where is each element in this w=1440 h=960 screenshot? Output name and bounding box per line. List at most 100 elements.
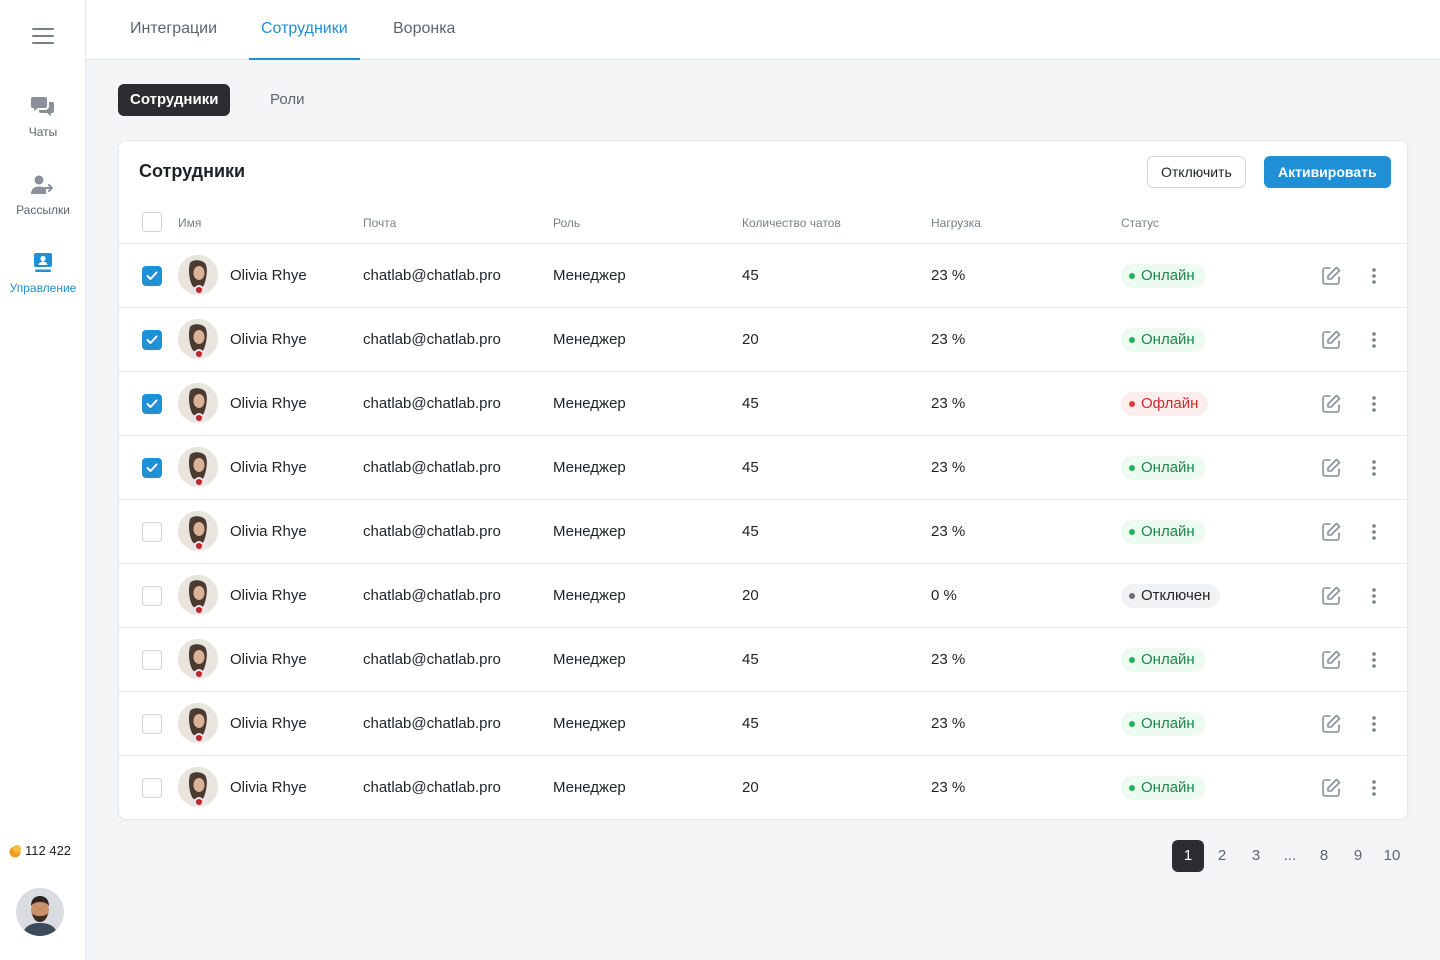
edit-icon[interactable] bbox=[1320, 521, 1342, 543]
edit-icon[interactable] bbox=[1320, 393, 1342, 415]
load-value: 0 % bbox=[931, 587, 957, 604]
status-label: Онлайн bbox=[1141, 331, 1195, 348]
edit-icon[interactable] bbox=[1320, 713, 1342, 735]
chats-count: 45 bbox=[742, 715, 759, 732]
status-badge: Отключен bbox=[1121, 584, 1221, 608]
status-badge: Онлайн bbox=[1121, 264, 1205, 288]
edit-icon[interactable] bbox=[1320, 457, 1342, 479]
menu-icon[interactable] bbox=[32, 28, 54, 44]
row-checkbox[interactable] bbox=[142, 266, 162, 286]
row-checkbox[interactable] bbox=[142, 394, 162, 414]
tab-integrations[interactable]: Интеграции bbox=[118, 0, 229, 60]
disable-button[interactable]: Отключить bbox=[1147, 156, 1246, 188]
status-dot-icon bbox=[1129, 721, 1135, 727]
sidebar-item-management[interactable]: Управление bbox=[0, 250, 86, 295]
employee-email: chatlab@chatlab.pro bbox=[363, 587, 501, 604]
user-avatar[interactable] bbox=[16, 888, 64, 936]
employee-name: Olivia Rhye bbox=[230, 715, 307, 732]
employee-role: Менеджер bbox=[553, 523, 626, 540]
chats-count: 20 bbox=[742, 587, 759, 604]
top-tabs: Интеграции Сотрудники Воронка bbox=[86, 0, 1440, 60]
more-icon[interactable] bbox=[1369, 265, 1379, 287]
table-row[interactable]: Olivia Rhye chatlab@chatlab.pro Менеджер 20… bbox=[119, 756, 1407, 820]
avatar bbox=[178, 703, 218, 743]
status-badge: Онлайн bbox=[1121, 776, 1205, 800]
table-row[interactable]: Olivia Rhye chatlab@chatlab.pro Менеджер 45… bbox=[119, 244, 1407, 308]
more-icon[interactable] bbox=[1369, 649, 1379, 671]
edit-icon[interactable] bbox=[1320, 649, 1342, 671]
more-icon[interactable] bbox=[1369, 329, 1379, 351]
more-icon[interactable] bbox=[1369, 713, 1379, 735]
tab-funnel[interactable]: Воронка bbox=[381, 0, 467, 60]
row-checkbox[interactable] bbox=[142, 714, 162, 734]
avatar bbox=[178, 447, 218, 487]
sidebar-item-chats[interactable]: Чаты bbox=[0, 94, 86, 139]
edit-icon[interactable] bbox=[1320, 265, 1342, 287]
row-checkbox[interactable] bbox=[142, 586, 162, 606]
table-row[interactable]: Olivia Rhye chatlab@chatlab.pro Менеджер 45… bbox=[119, 692, 1407, 756]
employee-role: Менеджер bbox=[553, 715, 626, 732]
status-dot-icon bbox=[1129, 337, 1135, 343]
subtab-employees[interactable]: Сотрудники bbox=[118, 84, 231, 116]
edit-icon[interactable] bbox=[1320, 777, 1342, 799]
chats-count: 45 bbox=[742, 651, 759, 668]
load-value: 23 % bbox=[931, 715, 966, 732]
page-button[interactable]: 9 bbox=[1342, 840, 1374, 872]
more-icon[interactable] bbox=[1369, 777, 1379, 799]
row-checkbox[interactable] bbox=[142, 650, 162, 670]
users-send-icon bbox=[0, 172, 86, 198]
page-button[interactable]: 10 bbox=[1376, 840, 1408, 872]
row-checkbox[interactable] bbox=[142, 458, 162, 478]
status-badge: Онлайн bbox=[1121, 712, 1205, 736]
card-title: Сотрудники bbox=[139, 161, 246, 181]
sidebar-item-mailings[interactable]: Рассылки bbox=[0, 172, 86, 217]
status-label: Офлайн bbox=[1141, 395, 1199, 412]
employee-role: Менеджер bbox=[553, 331, 626, 348]
table-row[interactable]: Olivia Rhye chatlab@chatlab.pro Менеджер 45… bbox=[119, 372, 1407, 436]
table-row[interactable]: Olivia Rhye chatlab@chatlab.pro Менеджер 45… bbox=[119, 500, 1407, 564]
status-label: Онлайн bbox=[1141, 651, 1195, 668]
employee-role: Менеджер bbox=[553, 587, 626, 604]
row-checkbox[interactable] bbox=[142, 778, 162, 798]
employee-email: chatlab@chatlab.pro bbox=[363, 459, 501, 476]
select-all-checkbox[interactable] bbox=[142, 212, 162, 232]
employee-role: Менеджер bbox=[553, 459, 626, 476]
row-checkbox[interactable] bbox=[142, 330, 162, 350]
column-header-load: Нагрузка bbox=[931, 216, 981, 230]
status-dot-icon bbox=[1129, 593, 1135, 599]
status-dot-icon bbox=[1129, 657, 1135, 663]
chats-count: 45 bbox=[742, 459, 759, 476]
table-row[interactable]: Olivia Rhye chatlab@chatlab.pro Менеджер 45… bbox=[119, 628, 1407, 692]
status-dot-icon bbox=[1129, 785, 1135, 791]
chats-count: 45 bbox=[742, 523, 759, 540]
status-badge: Онлайн bbox=[1121, 456, 1205, 480]
table-row[interactable]: Olivia Rhye chatlab@chatlab.pro Менеджер 20… bbox=[119, 564, 1407, 628]
employee-email: chatlab@chatlab.pro bbox=[363, 331, 501, 348]
subtab-roles[interactable]: Роли bbox=[258, 84, 317, 116]
page-button[interactable]: 3 bbox=[1240, 840, 1272, 872]
employee-email: chatlab@chatlab.pro bbox=[363, 779, 501, 796]
more-icon[interactable] bbox=[1369, 521, 1379, 543]
page-button[interactable]: 1 bbox=[1172, 840, 1204, 872]
more-icon[interactable] bbox=[1369, 457, 1379, 479]
employee-email: chatlab@chatlab.pro bbox=[363, 395, 501, 412]
avatar bbox=[178, 767, 218, 807]
edit-icon[interactable] bbox=[1320, 585, 1342, 607]
more-icon[interactable] bbox=[1369, 585, 1379, 607]
avatar bbox=[178, 639, 218, 679]
edit-icon[interactable] bbox=[1320, 329, 1342, 351]
more-icon[interactable] bbox=[1369, 393, 1379, 415]
activate-button[interactable]: Активировать bbox=[1264, 156, 1391, 188]
column-header-chats: Количество чатов bbox=[742, 216, 841, 230]
status-badge: Онлайн bbox=[1121, 520, 1205, 544]
load-value: 23 % bbox=[931, 523, 966, 540]
page-button[interactable]: 8 bbox=[1308, 840, 1340, 872]
page-button[interactable]: 2 bbox=[1206, 840, 1238, 872]
table-row[interactable]: Olivia Rhye chatlab@chatlab.pro Менеджер 45… bbox=[119, 436, 1407, 500]
table-row[interactable]: Olivia Rhye chatlab@chatlab.pro Менеджер 20… bbox=[119, 308, 1407, 372]
employee-role: Менеджер bbox=[553, 395, 626, 412]
tab-employees[interactable]: Сотрудники bbox=[249, 0, 360, 60]
row-checkbox[interactable] bbox=[142, 522, 162, 542]
employee-name: Olivia Rhye bbox=[230, 587, 307, 604]
column-header-email: Почта bbox=[363, 216, 397, 230]
